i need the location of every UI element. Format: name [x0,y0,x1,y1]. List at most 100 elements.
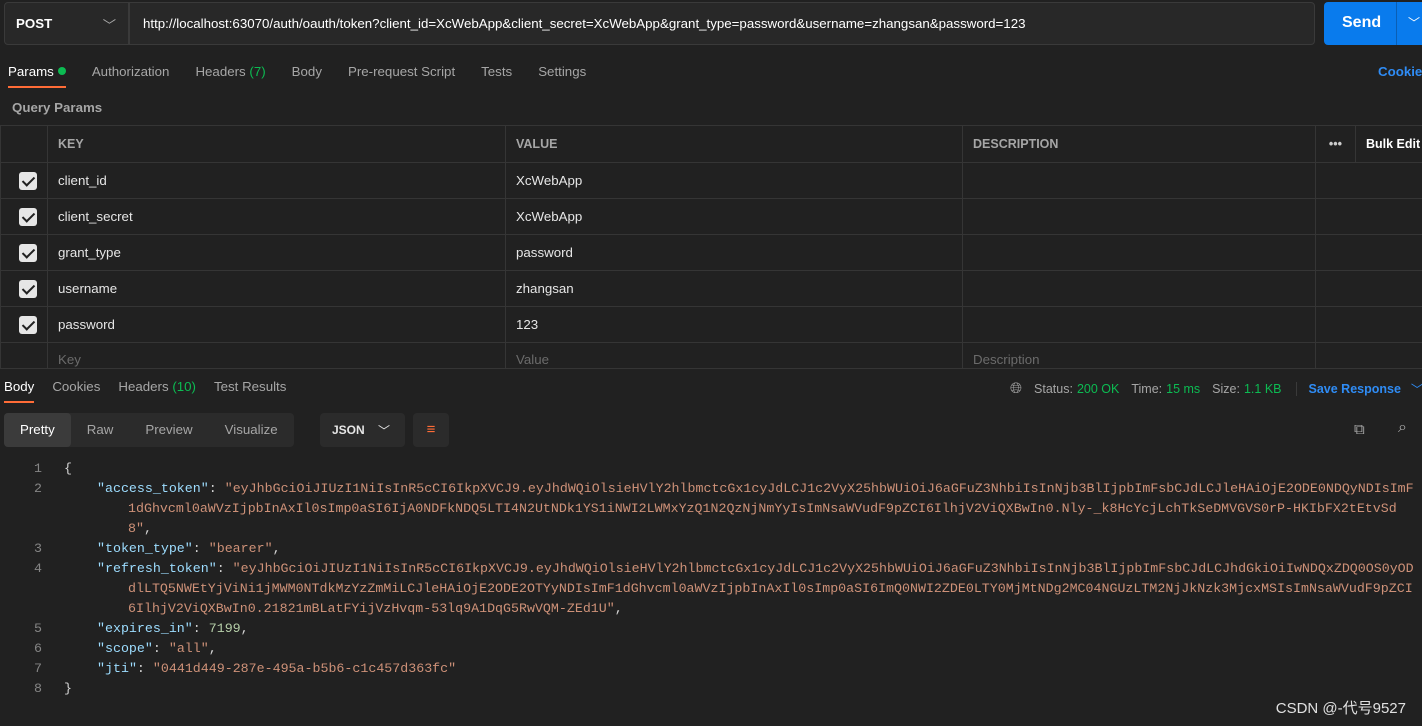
chevron-down-icon[interactable]: ﹀ [1408,14,1420,31]
size-value: 1.1 KB [1243,381,1282,396]
line-number: 6 [34,641,42,656]
param-value[interactable]: XcWebApp [505,198,963,235]
tab-headers[interactable]: Headers (7) [195,64,265,79]
json-value-access_token: eyJhbGciOiJIUzI1NiIsInR5cCI6IkpXVCJ9.eyJ… [128,481,1414,536]
json-key: scope [104,641,145,656]
param-checkbox[interactable] [19,243,37,262]
code-line: 5 "expires_in": 7199, [0,619,1418,639]
tab-tests[interactable]: Tests [481,64,512,79]
code-line: 7 "jti": "0441d449-287e-495a-b5b6-c1c457d… [0,659,1418,679]
line-number: 2 [34,481,42,496]
time-value: 15 ms [1166,381,1201,396]
line-number: 7 [34,661,42,676]
view-mode-tabs: Pretty Raw Preview Visualize [4,413,294,447]
param-key[interactable]: username [47,270,506,307]
tab-test-results[interactable]: Test Results [214,379,286,394]
param-key[interactable]: client_id [47,162,506,199]
code-line: 2 "access_token": "eyJhbGciOiJIUzI1NiIsIn… [0,479,1418,539]
view-preview[interactable]: Preview [129,413,208,447]
key-header: KEY [47,125,506,163]
format-select[interactable]: JSON ﹀ [320,413,405,447]
json-value-scope: all [176,641,201,656]
json-key: expires_in [104,621,185,636]
tab-response-cookies[interactable]: Cookies [52,379,100,394]
param-key[interactable]: client_secret [47,198,506,235]
param-checkbox[interactable] [19,315,37,334]
param-value[interactable]: password [505,234,963,271]
more-options-icon[interactable]: ••• [1315,125,1356,163]
param-key[interactable]: password [47,306,506,343]
value-header: VALUE [505,125,963,163]
code-line: 1{ [0,459,1418,479]
tab-prerequest-script[interactable]: Pre-request Script [348,64,455,79]
watermark: CSDN @-代号9527 [1275,700,1406,717]
method-label: POST [16,16,53,31]
copy-icon[interactable]: ⧉ [1354,421,1365,438]
param-row: grant_type password [0,234,1422,271]
code-line: 4 "refresh_token": "eyJhbGciOiJIUzI1NiIsI… [0,559,1418,619]
new-description-input[interactable]: Description [962,342,1316,369]
url-input[interactable]: http://localhost:63070/auth/oauth/token?… [129,2,1315,45]
param-description[interactable] [962,198,1316,235]
json-key: refresh_token [104,561,209,576]
line-number: 8 [34,681,42,696]
save-response-button[interactable]: Save Response [1295,381,1401,396]
method-select[interactable]: POST ﹀ [4,2,129,45]
cookies-link[interactable]: Cookies [1378,64,1422,79]
param-placeholder-row: Key Value Description [0,342,1422,369]
json-key: jti [104,661,129,676]
json-key: token_type [104,541,185,556]
tab-body[interactable]: Body [292,64,322,79]
view-pretty[interactable]: Pretty [4,413,71,447]
line-number: 5 [34,621,42,636]
send-button[interactable]: Send ﹀ [1324,2,1422,45]
line-number: 3 [34,541,42,556]
open-brace: { [64,461,72,476]
code-line: 8} [0,679,1418,699]
code-line: 6 "scope": "all", [0,639,1418,659]
tab-response-headers[interactable]: Headers (10) [118,379,196,394]
new-key-input[interactable]: Key [47,342,506,369]
response-status-bar: 🌐︎ Status: 200 OK Time: 15 ms Size: 1.1 KB … [1010,379,1422,398]
json-key: access_token [104,481,201,496]
json-value-jti: 0441d449-287e-495a-b5b6-c1c457d363fc [160,661,449,676]
chevron-down-icon: ﹀ [378,424,391,438]
chevron-down-icon: ﹀ [102,18,116,33]
search-icon[interactable]: ⌕ [1398,419,1407,437]
tab-params[interactable]: Params [8,64,66,88]
chevron-down-icon[interactable]: ﹀ [1411,379,1422,398]
active-dot-icon [57,67,66,75]
param-value[interactable]: 123 [505,306,963,343]
param-value[interactable]: zhangsan [505,270,963,307]
param-description[interactable] [962,162,1316,199]
bulk-edit-button[interactable]: Bulk Edit [1355,125,1422,163]
param-checkbox[interactable] [19,207,37,226]
tab-settings[interactable]: Settings [538,64,586,79]
view-visualize[interactable]: Visualize [209,413,294,447]
param-row: username zhangsan [0,270,1422,307]
param-value[interactable]: XcWebApp [505,162,963,199]
globe-icon: 🌐︎ [1010,380,1023,397]
tab-response-body[interactable]: Body [4,379,35,403]
line-number: 1 [34,461,42,476]
close-brace: } [64,681,72,696]
send-label: Send [1342,14,1382,31]
description-header: DESCRIPTION [962,125,1316,163]
param-checkbox[interactable] [19,279,37,298]
wrap-lines-icon[interactable]: ≡ [413,413,449,447]
new-value-input[interactable]: Value [505,342,963,369]
param-row: password 123 [0,306,1422,343]
view-raw[interactable]: Raw [71,413,130,447]
param-description[interactable] [962,306,1316,343]
param-checkbox[interactable] [19,171,37,190]
line-number: 4 [34,561,42,576]
status-value: 200 OK [1076,381,1120,396]
response-body-json: 1{2 "access_token": "eyJhbGciOiJIUzI1NiIs… [0,459,1418,699]
param-description[interactable] [962,234,1316,271]
param-key[interactable]: grant_type [47,234,506,271]
response-tabs: Body Cookies Headers (10) Test Results [4,379,312,403]
tab-authorization[interactable]: Authorization [92,64,170,79]
param-row: client_secret XcWebApp [0,198,1422,235]
request-tabs: Params Authorization Headers (7) Body Pr… [8,64,612,88]
param-description[interactable] [962,270,1316,307]
